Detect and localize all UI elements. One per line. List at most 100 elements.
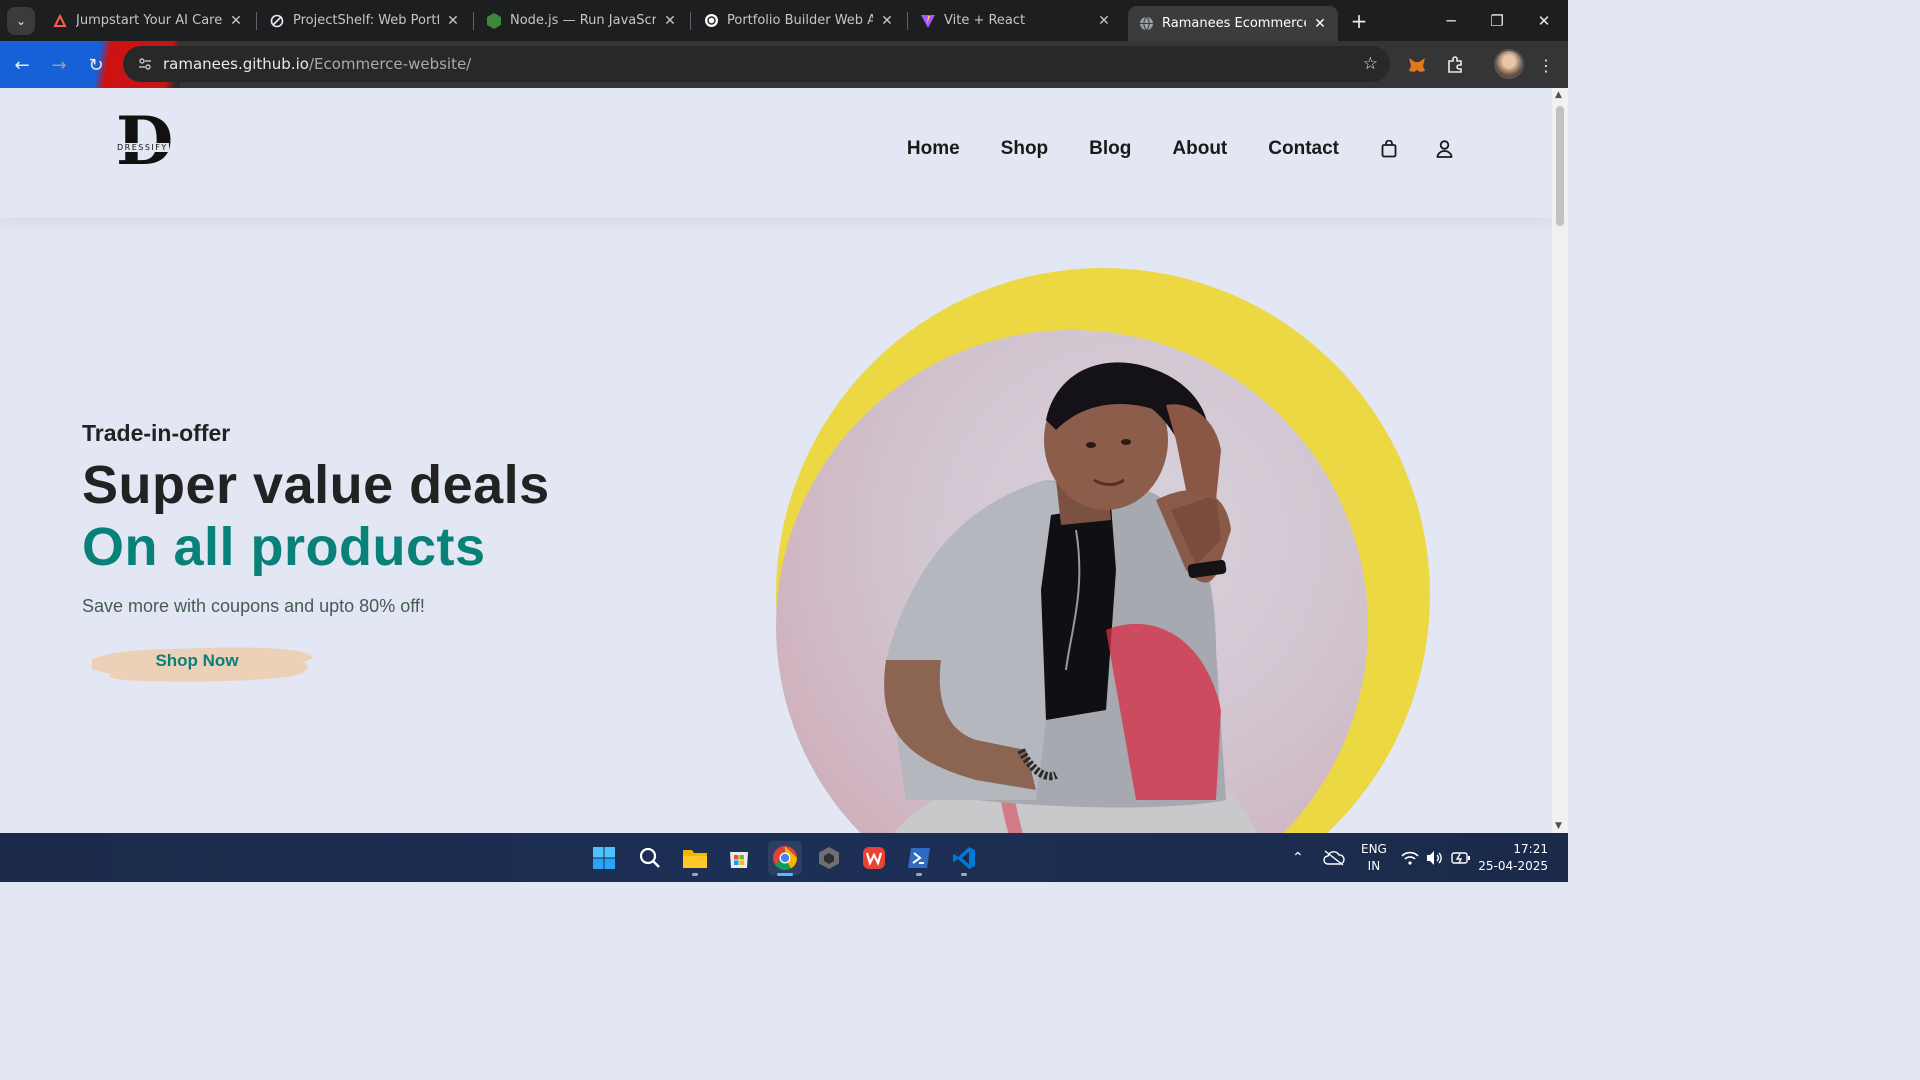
page-scrollbar[interactable]: ▲ ▼: [1552, 88, 1568, 833]
onedrive-icon[interactable]: [1323, 833, 1345, 882]
nav-contact[interactable]: Contact: [1268, 138, 1339, 160]
vite-icon: [920, 13, 936, 29]
search-icon[interactable]: [633, 841, 667, 875]
profile-avatar[interactable]: [1494, 49, 1524, 79]
hero-subtext: Save more with coupons and upto 80% off!: [82, 596, 425, 616]
browser-tab-strip: ⌄ Jumpstart Your AI Career in ✕ ProjectS…: [0, 0, 1568, 41]
running-indicator: [777, 873, 793, 876]
scroll-up-arrow-icon[interactable]: ▲: [1555, 90, 1562, 100]
shop-now-label: Shop Now: [155, 651, 239, 670]
shopping-bag-icon[interactable]: [1379, 139, 1399, 159]
close-window-button[interactable]: ✕: [1521, 0, 1567, 41]
back-button[interactable]: ←: [7, 50, 37, 80]
url-path: /Ecommerce-website/: [308, 55, 472, 73]
tab-title: Ramanees Ecommerce Wel: [1162, 16, 1306, 31]
logo-letter: D: [116, 102, 174, 180]
tab-title: Portfolio Builder Web App: [727, 13, 873, 28]
battery-icon[interactable]: [1451, 833, 1471, 882]
scroll-down-arrow-icon[interactable]: ▼: [1555, 821, 1562, 831]
browser-tab-active[interactable]: Ramanees Ecommerce Wel ✕: [1128, 6, 1338, 41]
main-nav: Home Shop Blog About Contact: [866, 138, 1454, 160]
extensions-puzzle-icon[interactable]: [1442, 52, 1468, 78]
hero-image: [776, 330, 1368, 833]
powershell-icon[interactable]: [902, 841, 936, 876]
nodejs-icon: [486, 12, 502, 29]
forward-button[interactable]: →: [44, 50, 74, 80]
wps-office-icon[interactable]: [857, 841, 891, 875]
windows-start-icon[interactable]: [587, 841, 621, 875]
arrow-right-icon: →: [51, 54, 67, 76]
url-text: ramanees.github.io/Ecommerce-website/: [163, 55, 471, 73]
nav-home[interactable]: Home: [907, 138, 960, 160]
chrome-icon[interactable]: [768, 841, 802, 876]
metamask-extension-icon[interactable]: [1404, 52, 1430, 78]
menu-kebab-icon[interactable]: ⋮: [1533, 52, 1559, 78]
close-icon[interactable]: ✕: [1096, 13, 1112, 29]
close-icon[interactable]: ✕: [228, 13, 244, 29]
file-explorer-icon[interactable]: [678, 841, 712, 876]
close-icon[interactable]: ✕: [879, 13, 895, 29]
ai-career-icon: [52, 13, 68, 29]
hero-kicker: Trade-in-offer: [82, 420, 231, 446]
scrollbar-thumb[interactable]: [1556, 106, 1564, 226]
url-host: ramanees.github.io: [163, 55, 309, 73]
clock-time: 17:21: [1513, 842, 1548, 856]
globe-icon: [1138, 16, 1154, 32]
wifi-icon[interactable]: [1401, 833, 1419, 882]
web-page: D DRESSIFY Home Shop Blog About Contact: [0, 88, 1552, 833]
plus-icon: +: [1350, 9, 1368, 33]
tab-title: Jumpstart Your AI Career in: [76, 13, 222, 28]
address-bar[interactable]: ramanees.github.io/Ecommerce-website/ ☆: [123, 46, 1390, 82]
browser-tab[interactable]: Portfolio Builder Web App ✕: [693, 6, 905, 35]
show-hidden-icons-button[interactable]: ⌃: [1292, 833, 1304, 882]
browser-tab[interactable]: Jumpstart Your AI Career in ✕: [42, 6, 254, 35]
clock-date: 25-04-2025: [1478, 859, 1548, 873]
nav-shop[interactable]: Shop: [1001, 138, 1049, 160]
bookmark-star-icon[interactable]: ☆: [1363, 54, 1378, 74]
restore-icon: ❐: [1490, 11, 1504, 30]
user-icon[interactable]: [1434, 139, 1454, 159]
shop-now-button[interactable]: Shop Now: [92, 638, 312, 684]
tab-search-button[interactable]: ⌄: [7, 7, 35, 35]
dressify-logo[interactable]: D DRESSIFY: [110, 108, 180, 184]
site-info-icon[interactable]: [127, 57, 163, 71]
close-icon[interactable]: ✕: [1312, 16, 1328, 32]
nav-about[interactable]: About: [1172, 138, 1227, 160]
site-header: D DRESSIFY Home Shop Blog About Contact: [0, 88, 1552, 218]
new-tab-button[interactable]: +: [1346, 8, 1372, 34]
unity-icon[interactable]: [812, 841, 846, 875]
running-indicator: [692, 873, 698, 876]
system-clock[interactable]: 17:21 25-04-2025: [1478, 841, 1548, 875]
close-icon[interactable]: ✕: [445, 13, 461, 29]
microsoft-store-icon[interactable]: [722, 841, 756, 875]
chevron-down-icon: ⌄: [15, 14, 27, 28]
browser-toolbar: ← → ↻ ramanees.github.io/Ecommerce-websi…: [0, 41, 1568, 88]
tab-title: ProjectShelf: Web Portfolio: [293, 13, 439, 28]
logo-text: DRESSIFY: [116, 143, 169, 152]
windows-taskbar: ⌃ ENG IN 17:21 25-04-2025: [0, 833, 1568, 882]
restore-button[interactable]: ❐: [1474, 0, 1520, 41]
vscode-icon[interactable]: [947, 841, 981, 876]
close-icon: ✕: [1537, 11, 1551, 30]
browser-tab[interactable]: Node.js — Run JavaScript E ✕: [476, 6, 688, 35]
tab-title: Node.js — Run JavaScript E: [510, 13, 656, 28]
running-indicator: [916, 873, 922, 876]
browser-tab[interactable]: ProjectShelf: Web Portfolio ✕: [259, 6, 471, 35]
volume-icon[interactable]: [1426, 833, 1444, 882]
region-code: IN: [1367, 859, 1381, 873]
model-photo: [884, 362, 1257, 833]
browser-tab[interactable]: Vite + React ✕: [910, 6, 1122, 35]
tab-title: Vite + React: [944, 13, 1026, 28]
reload-button[interactable]: ↻: [81, 50, 111, 80]
running-indicator: [961, 873, 967, 876]
close-icon[interactable]: ✕: [662, 13, 678, 29]
chevron-up-icon: ⌃: [1292, 849, 1304, 866]
arrow-left-icon: ←: [14, 54, 30, 76]
nav-blog[interactable]: Blog: [1089, 138, 1131, 160]
hero-headline-accent: On all products: [82, 517, 486, 577]
minimize-button[interactable]: ─: [1428, 0, 1474, 41]
language-indicator[interactable]: ENG IN: [1361, 841, 1387, 875]
language-code: ENG: [1361, 842, 1387, 856]
minimize-icon: ─: [1446, 11, 1456, 30]
hero-headline: Super value deals: [82, 455, 550, 515]
